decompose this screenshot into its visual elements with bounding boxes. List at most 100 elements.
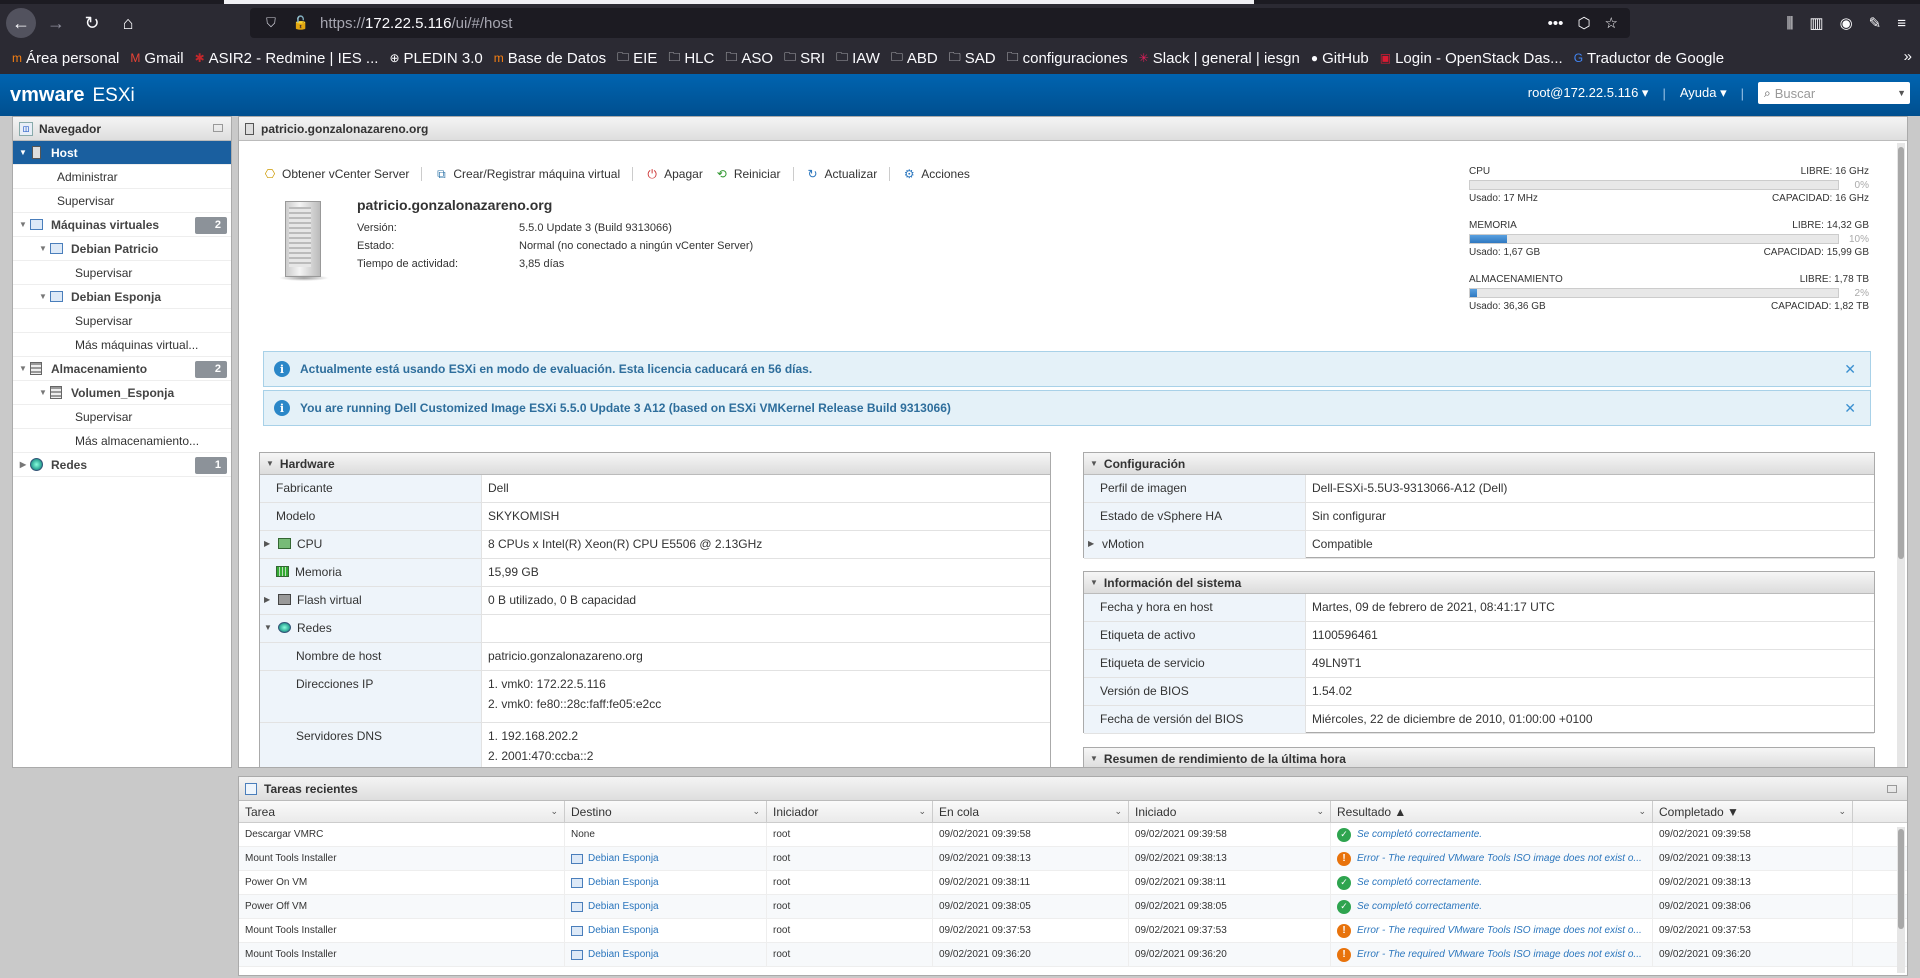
minimize-icon[interactable] [213, 124, 223, 132]
collapse-icon[interactable]: ▼ [17, 148, 29, 157]
expand-icon[interactable]: ▶ [1088, 537, 1102, 548]
collapse-icon[interactable]: ▼ [37, 388, 49, 397]
chevron-down-icon[interactable]: ⌄ [1638, 806, 1646, 817]
sidebar-item-más-máquinas-virtual[interactable]: Más máquinas virtual... [13, 333, 231, 357]
bookmark-item[interactable]: 🗀 EIE [617, 48, 657, 69]
sidebar-item-supervisar[interactable]: Supervisar [13, 261, 231, 285]
bookmark-item[interactable]: m Base de Datos [494, 50, 606, 67]
sidebar-item-más-almacenamiento[interactable]: Más almacenamiento... [13, 429, 231, 453]
sidebar-item-supervisar[interactable]: Supervisar [13, 405, 231, 429]
url-bar[interactable]: ⛉ 🔓 https://172.22.5.116/ui/#/host ••• ⬡… [250, 8, 1630, 38]
reload-button[interactable]: ↻ [76, 7, 108, 39]
column-header[interactable]: Completado ▼ ⌄ [1653, 801, 1853, 822]
sidebar-item-host[interactable]: ▼ Host [13, 141, 231, 165]
bookmark-item[interactable]: 🗀 HLC [668, 48, 714, 69]
target-link[interactable]: Debian Esponja [571, 949, 659, 960]
sidebar-item-máquinas-virtuales[interactable]: ▼ Máquinas virtuales 2 [13, 213, 231, 237]
result-text[interactable]: Error - The required VMware Tools ISO im… [1357, 949, 1642, 960]
reboot-button[interactable]: ⟲ Reiniciar [715, 167, 781, 181]
sidebar-item-volumen-esponja[interactable]: ▼ Volumen_Esponja [13, 381, 231, 405]
target-link[interactable]: Debian Esponja [571, 925, 659, 936]
minimize-icon[interactable] [1887, 785, 1897, 793]
expand-icon[interactable]: ▶ [17, 460, 29, 469]
chevron-down-icon[interactable]: ⌄ [1316, 806, 1324, 817]
bookmark-item[interactable]: m Área personal [12, 50, 119, 67]
table-row[interactable]: Descargar VMRC None root 09/02/2021 09:39:5… [239, 823, 1907, 847]
target-link[interactable]: Debian Esponja [571, 901, 659, 912]
sidebar-item-redes[interactable]: ▶ Redes 1 [13, 453, 231, 477]
expand-icon[interactable]: ▶ [264, 593, 278, 604]
target-link[interactable]: Debian Esponja [571, 853, 659, 864]
insecure-lock-icon[interactable]: 🔓 [292, 15, 310, 31]
back-button[interactable]: ← [6, 8, 36, 38]
chevron-down-icon[interactable]: ⌄ [918, 806, 926, 817]
bookmark-item[interactable]: G Traductor de Google [1574, 50, 1724, 67]
bookmark-item[interactable]: ✳ Slack | general | iesgn [1139, 50, 1300, 67]
sidebar-item-almacenamiento[interactable]: ▼ Almacenamiento 2 [13, 357, 231, 381]
page-actions-button[interactable]: ••• [1548, 15, 1564, 32]
column-header[interactable]: En cola ⌄ [933, 801, 1129, 822]
home-button[interactable]: ⌂ [112, 7, 144, 39]
help-menu[interactable]: Ayuda ▾ [1680, 85, 1727, 101]
user-menu[interactable]: root@172.22.5.116 ▾ [1528, 85, 1649, 101]
bookmark-star-icon[interactable]: ☆ [1605, 14, 1618, 32]
bookmark-item[interactable]: 🗀 configuraciones [1007, 48, 1128, 69]
menu-icon[interactable]: ≡ [1897, 15, 1906, 32]
sidebar-item-debian-patricio[interactable]: ▼ Debian Patricio [13, 237, 231, 261]
more-bookmarks-icon[interactable]: » [1904, 48, 1912, 65]
config-row-vmotion[interactable]: ▶ vMotion Compatible [1084, 531, 1874, 559]
hw-row-flash[interactable]: ▶ Flash virtual 0 B utilizado, 0 B capacid… [260, 587, 1050, 615]
hw-row-networks[interactable]: ▼ Redes [260, 615, 1050, 643]
column-header[interactable]: Iniciador ⌄ [767, 801, 933, 822]
result-text[interactable]: Error - The required VMware Tools ISO im… [1357, 853, 1642, 864]
bookmark-item[interactable]: ⊕ PLEDIN 3.0 [389, 50, 482, 67]
account-icon[interactable]: ◉ [1840, 14, 1853, 32]
chevron-down-icon[interactable]: ⌄ [550, 806, 558, 817]
collapse-icon[interactable]: ▼ [17, 220, 29, 229]
collapse-icon[interactable]: ▼ [17, 364, 29, 373]
extension-icon[interactable]: ✎ [1869, 14, 1882, 32]
get-vcenter-button[interactable]: ⎔ Obtener vCenter Server [263, 167, 410, 181]
table-row[interactable]: Mount Tools Installer Debian Esponja root 0… [239, 847, 1907, 871]
bookmark-item[interactable]: 🗀 SAD [949, 48, 996, 69]
column-header[interactable]: Tarea ⌄ [239, 801, 565, 822]
hw-row-cpu[interactable]: ▶ CPU 8 CPUs x Intel(R) Xeon(R) CPU E5506 … [260, 531, 1050, 559]
result-text[interactable]: Error - The required VMware Tools ISO im… [1357, 925, 1642, 936]
bookmark-item[interactable]: 🗀 SRI [784, 48, 825, 69]
chevron-down-icon[interactable]: ▼ [1897, 88, 1906, 98]
performance-header[interactable]: ▼ Resumen de rendimiento de la última hor… [1084, 748, 1874, 767]
collapse-icon[interactable]: ▼ [37, 244, 49, 253]
library-icon[interactable]: ⫼ [1786, 15, 1793, 32]
refresh-button[interactable]: ↻ Actualizar [806, 167, 877, 181]
main-scrollbar[interactable] [1897, 143, 1905, 767]
actions-button[interactable]: ⚙ Acciones [902, 167, 970, 181]
column-header[interactable]: Destino ⌄ [565, 801, 767, 822]
sidebar-item-debian-esponja[interactable]: ▼ Debian Esponja [13, 285, 231, 309]
bookmark-item[interactable]: ● GitHub [1311, 50, 1369, 67]
expand-icon[interactable]: ▶ [264, 537, 278, 548]
pocket-icon[interactable]: ⬡ [1577, 14, 1590, 32]
hardware-header[interactable]: ▼ Hardware [260, 453, 1050, 475]
column-header[interactable]: Resultado ▲ ⌄ [1331, 801, 1653, 822]
close-icon[interactable]: ✕ [1844, 400, 1856, 417]
table-row[interactable]: Power On VM Debian Esponja root 09/02/2021 … [239, 871, 1907, 895]
search-input[interactable]: ⌕ Buscar ▼ [1758, 82, 1910, 104]
sidebar-item-supervisar[interactable]: Supervisar [13, 189, 231, 213]
create-vm-button[interactable]: ⧉ Crear/Registrar máquina virtual [434, 167, 620, 182]
close-icon[interactable]: ✕ [1844, 361, 1856, 378]
chevron-down-icon[interactable]: ⌄ [752, 806, 760, 817]
chevron-down-icon[interactable]: ⌄ [1114, 806, 1122, 817]
sidebar-item-supervisar[interactable]: Supervisar [13, 309, 231, 333]
shutdown-button[interactable]: ⏻ Apagar [645, 167, 702, 182]
collapse-icon[interactable]: ▼ [37, 292, 49, 301]
bookmark-item[interactable]: ▣ Login - OpenStack Das... [1380, 50, 1563, 67]
chevron-down-icon[interactable]: ⌄ [1838, 806, 1846, 817]
table-row[interactable]: Mount Tools Installer Debian Esponja root 0… [239, 943, 1907, 967]
bookmark-item[interactable]: 🗀 IAW [836, 48, 880, 69]
sidebar-icon[interactable]: ▥ [1809, 14, 1823, 32]
bookmark-item[interactable]: ✱ ASIR2 - Redmine | IES ... [195, 50, 379, 67]
bookmark-item[interactable]: 🗀 ASO [725, 48, 773, 69]
target-link[interactable]: Debian Esponja [571, 877, 659, 888]
forward-button[interactable]: → [40, 7, 72, 39]
bookmark-item[interactable]: M Gmail [130, 50, 183, 67]
